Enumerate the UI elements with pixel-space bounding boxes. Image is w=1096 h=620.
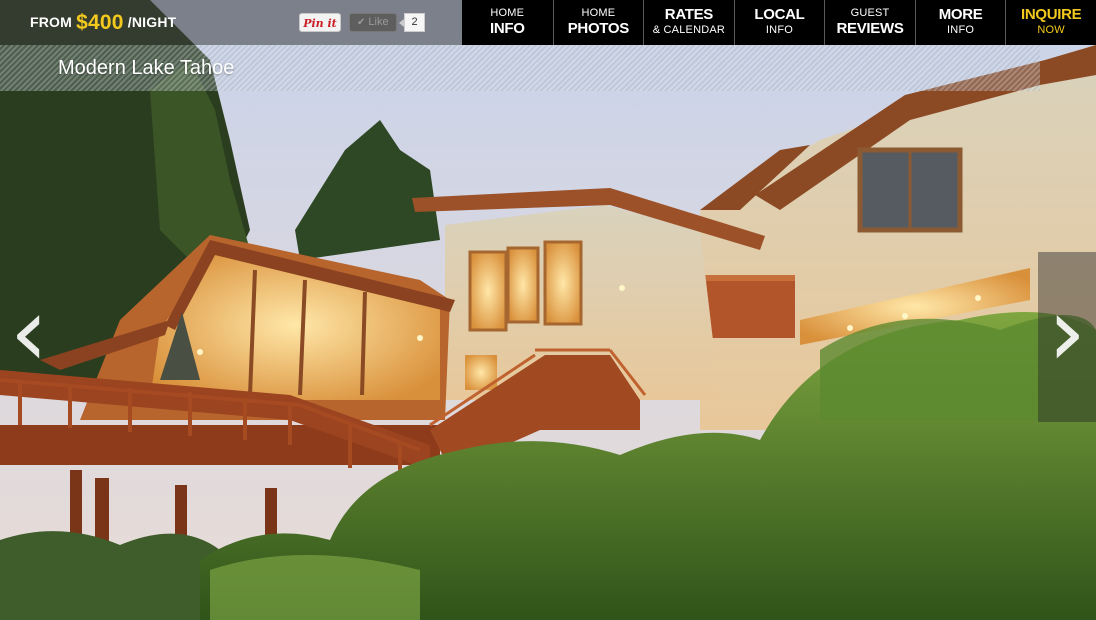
nav-local-small: INFO	[765, 24, 793, 36]
nav-home-photos[interactable]: HOME PHOTOS	[552, 0, 644, 45]
nav-home-info[interactable]: HOME INFO	[462, 0, 553, 45]
chevron-right-icon[interactable]: ›	[1038, 252, 1096, 422]
nav-reviews-small: GUEST	[850, 7, 890, 19]
price-display: FROM $400 /NIGHT	[30, 11, 176, 35]
nav-home-photos-small: HOME	[581, 7, 616, 19]
property-title: Modern Lake Tahoe	[58, 57, 235, 79]
nav-inquire-small: NOW	[1037, 24, 1065, 36]
like-label: Like	[368, 16, 389, 28]
nav-local-info[interactable]: LOCAL INFO	[733, 0, 825, 45]
like-count-badge: 2	[399, 13, 425, 32]
nav-reviews-large: REVIEWS	[836, 20, 904, 37]
price-prefix: FROM	[30, 14, 73, 30]
nav-rates-large: RATES	[664, 6, 714, 23]
main-nav: HOME INFO HOME PHOTOS RATES & CALENDAR L…	[462, 0, 1096, 45]
like-button[interactable]: ✔ Like	[349, 13, 397, 32]
hero-photo	[0, 0, 1096, 620]
nav-local-large: LOCAL	[754, 6, 805, 23]
nav-inquire-now[interactable]: INQUIRE NOW	[1005, 0, 1096, 45]
checkmark-icon: ✔	[357, 17, 366, 28]
chevron-left-icon[interactable]: ‹	[0, 252, 58, 422]
pin-it-button[interactable]: Pin it	[299, 13, 341, 32]
nav-home-info-small: HOME	[490, 7, 525, 19]
nav-more-small: INFO	[947, 24, 975, 36]
nav-rates-small: & CALENDAR	[652, 24, 726, 36]
nav-inquire-large: INQUIRE	[1020, 6, 1082, 23]
price-suffix: /NIGHT	[127, 14, 177, 30]
title-band: Modern Lake Tahoe	[0, 45, 1040, 91]
top-bar: FROM $400 /NIGHT Pin it ✔ Like 2	[0, 0, 462, 45]
price-amount: $400	[76, 11, 124, 34]
nav-guest-reviews[interactable]: GUEST REVIEWS	[824, 0, 915, 45]
nav-rates-calendar[interactable]: RATES & CALENDAR	[643, 0, 734, 45]
nav-more-info[interactable]: MORE INFO	[914, 0, 1006, 45]
nav-more-large: MORE	[938, 6, 983, 23]
nav-home-photos-large: PHOTOS	[567, 20, 630, 37]
nav-home-info-large: INFO	[489, 20, 525, 37]
